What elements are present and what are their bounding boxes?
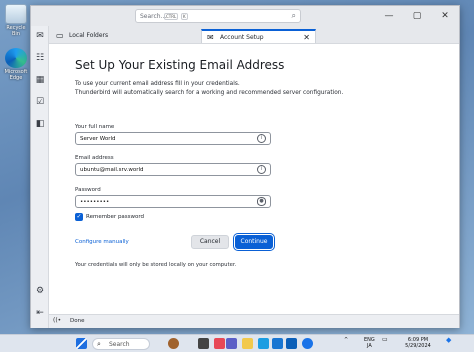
- widget-otter-icon[interactable]: [168, 338, 179, 349]
- email-input[interactable]: [80, 166, 250, 174]
- close-window-button[interactable]: ✕: [431, 6, 459, 26]
- collapse-spaces-icon[interactable]: ⇤: [34, 308, 46, 319]
- thunderbird-window: Search... CTRL K ⌕ — ▢ ✕ ✉ ☷ ▦ ☑ ◧ ⚙ ⇤ ▭…: [30, 5, 460, 328]
- cancel-button[interactable]: Cancel: [191, 235, 229, 249]
- minimize-button[interactable]: —: [375, 6, 403, 26]
- password-field[interactable]: ●: [75, 195, 271, 208]
- show-password-eye-icon[interactable]: ●: [257, 197, 266, 206]
- teams-icon[interactable]: [226, 338, 237, 349]
- password-label: Password: [75, 187, 101, 193]
- credentials-note: Your credentials will only be stored loc…: [75, 262, 237, 268]
- store-icon[interactable]: [286, 338, 297, 349]
- recycle-bin-icon: [5, 4, 27, 24]
- desktop-icon-edge[interactable]: Microsoft Edge: [2, 48, 30, 81]
- spaces-toolbar: ✉ ☷ ▦ ☑ ◧ ⚙ ⇤: [31, 26, 49, 328]
- mail-icon[interactable]: ✉: [34, 31, 46, 42]
- info-icon: i: [257, 134, 266, 143]
- tab-account-setup[interactable]: ✉ Account Setup ✕: [201, 29, 316, 43]
- taskbar-search-label: Search: [109, 341, 130, 348]
- email-field[interactable]: i: [75, 163, 271, 176]
- task-view-icon[interactable]: [198, 338, 209, 349]
- intro-line-2: Thunderbird will automatically search fo…: [75, 90, 344, 96]
- status-text: Done: [70, 318, 85, 324]
- settings-gear-icon[interactable]: ⚙: [34, 286, 46, 297]
- language-indicator[interactable]: ENG JA: [364, 337, 375, 349]
- password-input[interactable]: [80, 198, 250, 206]
- folder-icon: ▭: [56, 31, 64, 40]
- tab-bar: ▭ Local Folders ✉ Account Setup ✕: [49, 26, 459, 43]
- search-icon: ⌕: [97, 340, 101, 348]
- network-icon[interactable]: ▭: [382, 337, 388, 343]
- global-search-box[interactable]: Search... CTRL K ⌕: [135, 9, 301, 23]
- desktop-icon-label: Recycle Bin: [6, 25, 26, 37]
- ime-code: JA: [366, 343, 372, 349]
- tab-label: Account Setup: [220, 34, 264, 41]
- full-name-input[interactable]: [80, 135, 250, 143]
- email-label: Email address: [75, 155, 114, 161]
- configure-manually-link[interactable]: Configure manually: [75, 239, 129, 245]
- address-book-icon[interactable]: ☷: [34, 53, 46, 64]
- app-icon-red[interactable]: [214, 338, 225, 349]
- chat-icon[interactable]: ◧: [34, 119, 46, 130]
- title-bar: Search... CTRL K ⌕ — ▢ ✕: [31, 6, 459, 26]
- edge-taskbar-icon[interactable]: [258, 338, 269, 349]
- tab-label: Local Folders: [69, 32, 109, 39]
- intro-text: To use your current email address fill i…: [75, 80, 405, 98]
- thunderbird-taskbar-icon[interactable]: [302, 338, 313, 349]
- tab-local-folders[interactable]: ▭ Local Folders: [51, 29, 201, 43]
- calendar-icon[interactable]: ▦: [34, 75, 46, 86]
- taskbar-search[interactable]: ⌕ Search: [92, 338, 150, 350]
- start-windows-icon[interactable]: [76, 338, 87, 349]
- search-placeholder: Search...: [140, 13, 167, 20]
- copilot-icon[interactable]: ◆: [446, 337, 451, 344]
- remember-password-checkbox[interactable]: ✓: [75, 213, 83, 221]
- status-bar: ((• Done: [49, 314, 459, 328]
- full-name-label: Your full name: [75, 124, 115, 130]
- desktop-icon-label: Microsoft Edge: [4, 69, 28, 81]
- chevron-up-icon[interactable]: ^: [344, 337, 348, 343]
- account-setup-panel: Set Up Your Existing Email Address To us…: [49, 43, 459, 314]
- mail-taskbar-icon[interactable]: [272, 338, 283, 349]
- shortcut-ctrl-key: CTRL: [164, 13, 179, 20]
- page-title: Set Up Your Existing Email Address: [75, 58, 285, 72]
- online-status-icon[interactable]: ((•: [53, 317, 61, 324]
- taskbar: ⌕ Search ^ ENG JA ▭ 6:09 PM 5/29/2024 ◆: [0, 334, 474, 352]
- clock[interactable]: 6:09 PM 5/29/2024: [400, 337, 436, 349]
- info-icon: i: [257, 165, 266, 174]
- search-icon: ⌕: [291, 11, 296, 20]
- continue-button[interactable]: Continue: [235, 235, 273, 249]
- shortcut-k-key: K: [181, 13, 188, 20]
- maximize-button[interactable]: ▢: [403, 6, 431, 26]
- intro-line-1: To use your current email address fill i…: [75, 81, 240, 87]
- full-name-field[interactable]: i: [75, 132, 271, 145]
- remember-password-label: Remember password: [86, 214, 145, 220]
- tasks-icon[interactable]: ☑: [34, 97, 46, 108]
- clock-date: 5/29/2024: [405, 343, 431, 349]
- edge-icon: [5, 48, 27, 68]
- desktop-icon-recycle-bin[interactable]: Recycle Bin: [2, 4, 30, 37]
- file-explorer-icon[interactable]: [242, 338, 253, 349]
